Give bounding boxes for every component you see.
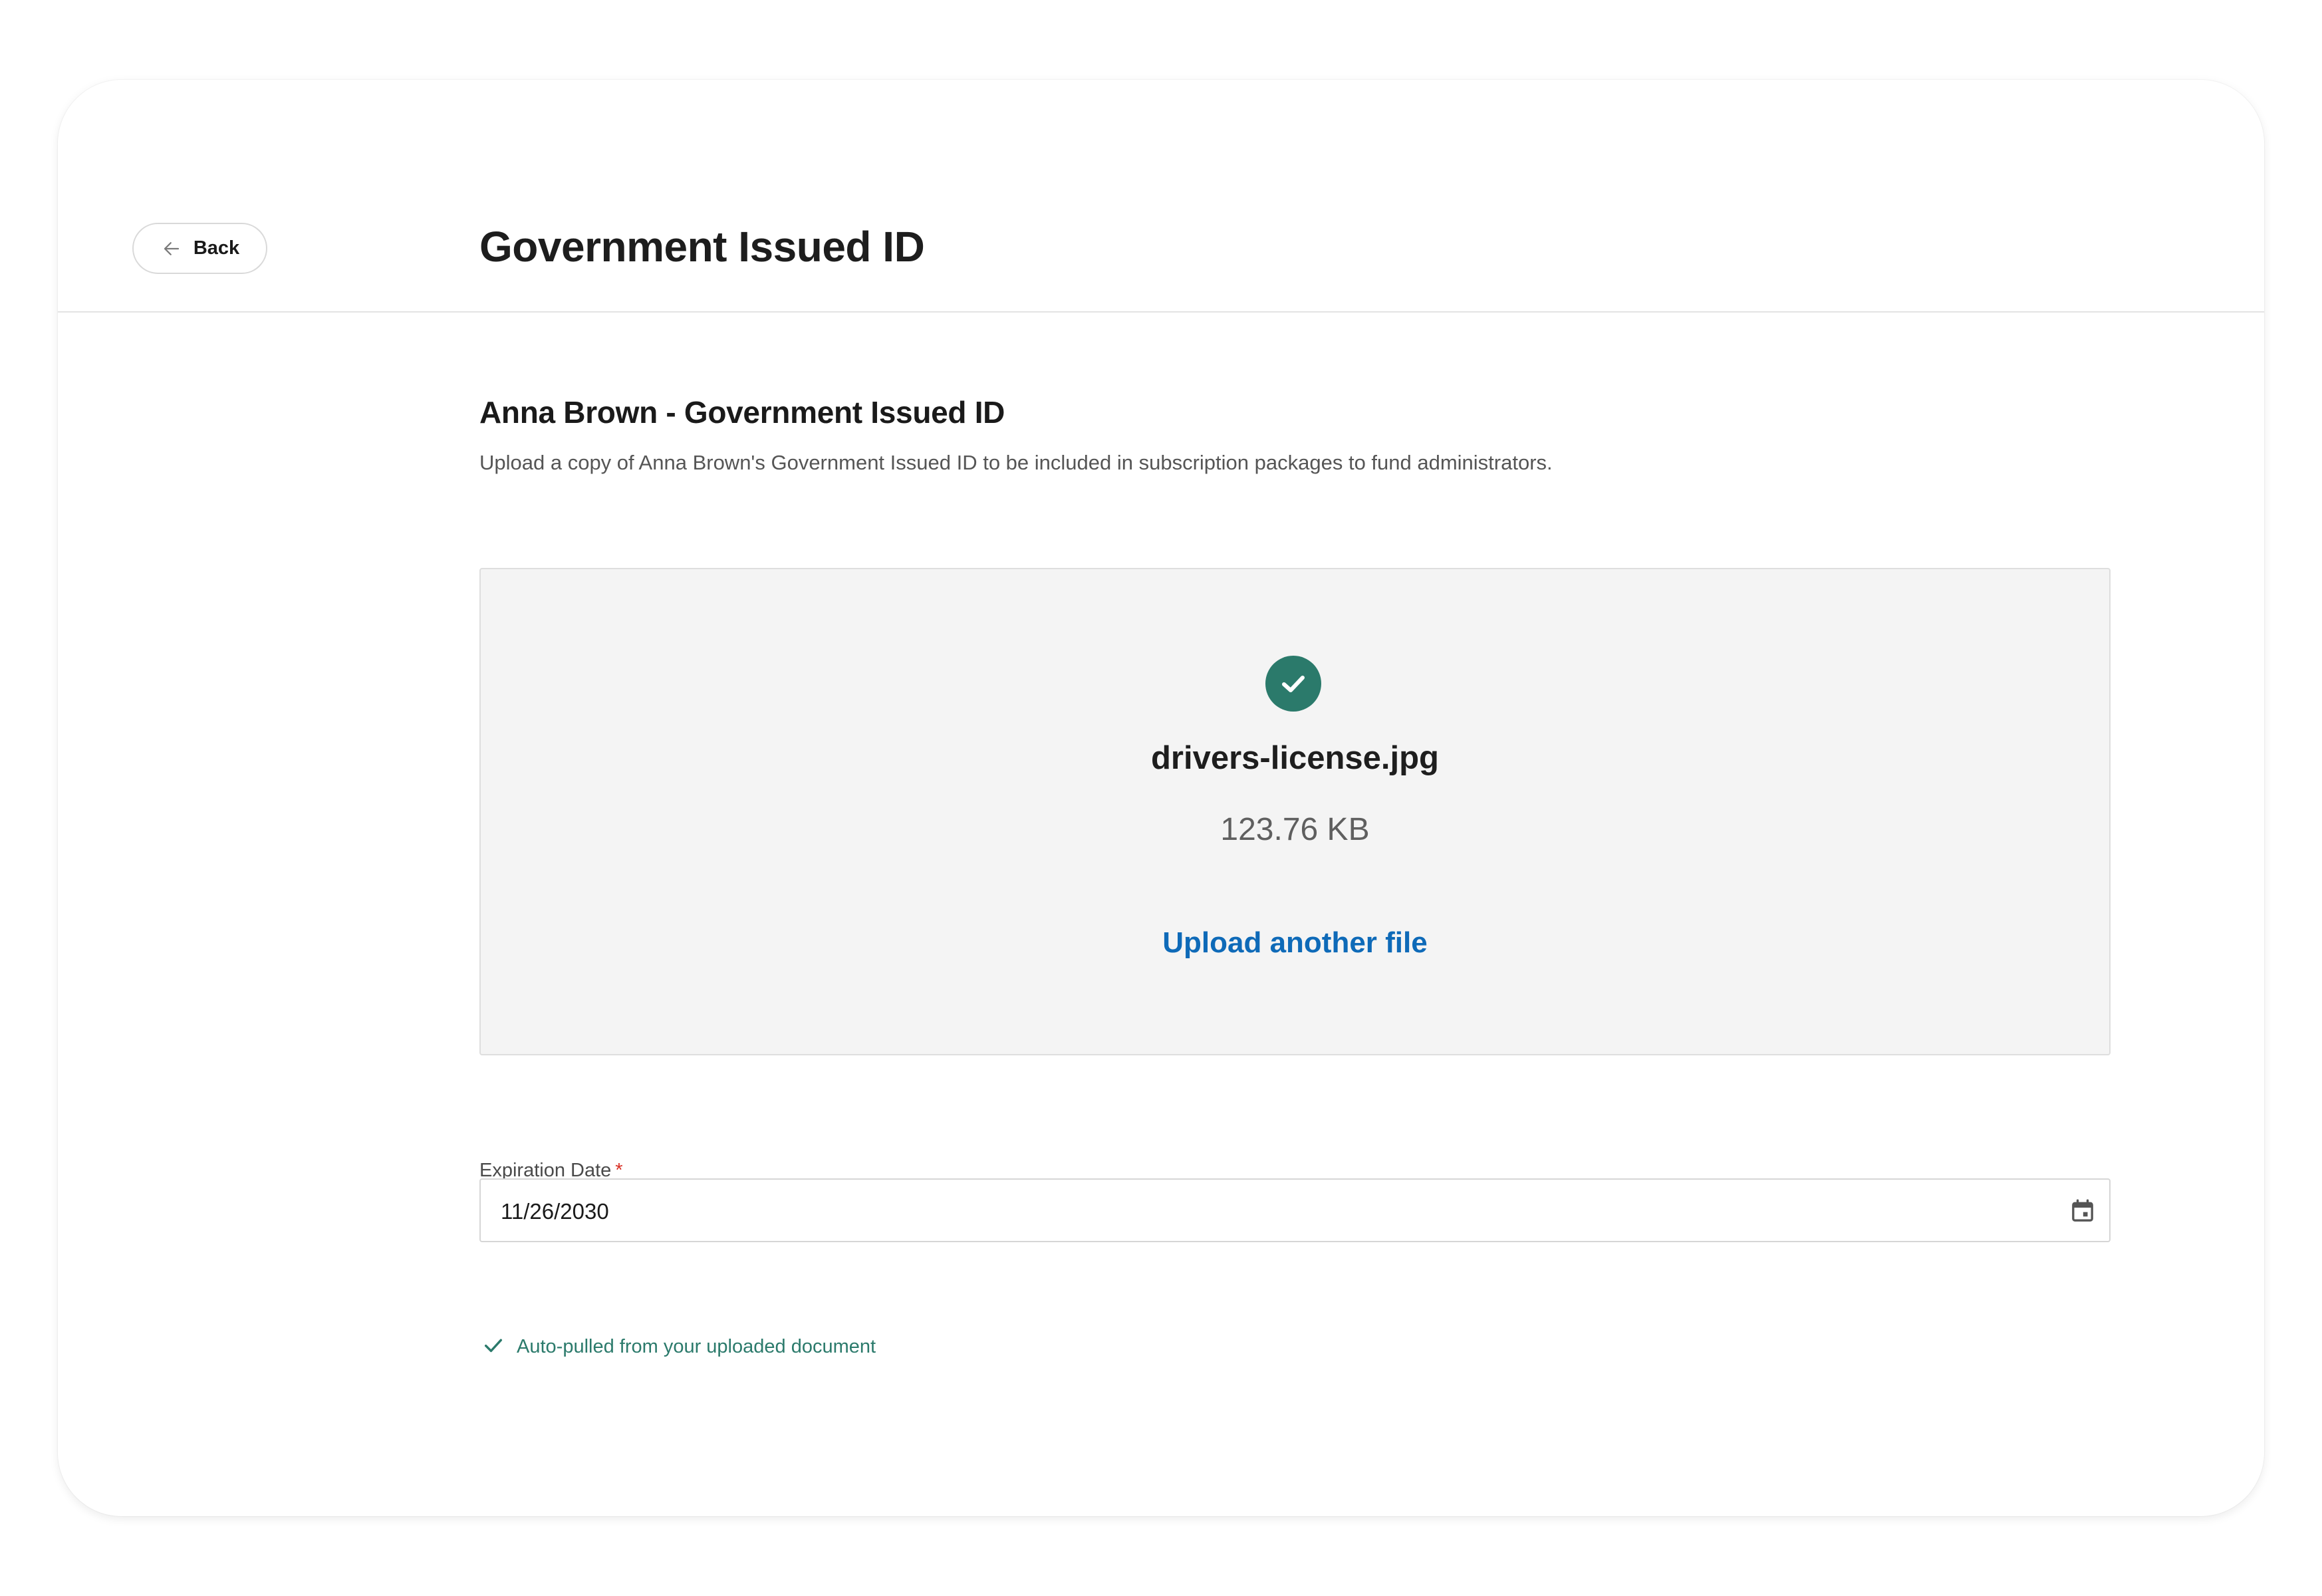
section-description: Upload a copy of Anna Brown's Government… — [479, 451, 1553, 474]
uploaded-file-name: drivers-license.jpg — [1150, 740, 1439, 776]
calendar-icon[interactable] — [2069, 1198, 2096, 1224]
checkmark-icon — [482, 1334, 505, 1360]
upload-dropzone[interactable]: drivers-license.jpg 123.76 KB Upload ano… — [479, 568, 2111, 1055]
back-button-label: Back — [193, 237, 240, 259]
expiration-date-value[interactable]: 11/26/2030 — [501, 1197, 609, 1226]
check-circle-icon — [1265, 656, 1321, 712]
back-button[interactable]: Back — [132, 223, 267, 274]
uploaded-file-size: 123.76 KB — [1220, 812, 1370, 847]
section-title: Anna Brown - Government Issued ID — [479, 395, 1005, 430]
upload-another-file-link[interactable]: Upload another file — [1162, 923, 1427, 963]
auto-pulled-hint: Auto-pulled from your uploaded document — [482, 1333, 876, 1360]
page-header: Back Government Issued ID — [58, 80, 2264, 313]
app-window: Back Government Issued ID Anna Brown - G… — [58, 80, 2264, 1516]
arrow-left-icon — [160, 237, 183, 260]
page-title: Government Issued ID — [479, 223, 925, 271]
auto-pulled-hint-text: Auto-pulled from your uploaded document — [517, 1336, 876, 1357]
expiration-date-field[interactable]: 11/26/2030 — [479, 1178, 2111, 1242]
